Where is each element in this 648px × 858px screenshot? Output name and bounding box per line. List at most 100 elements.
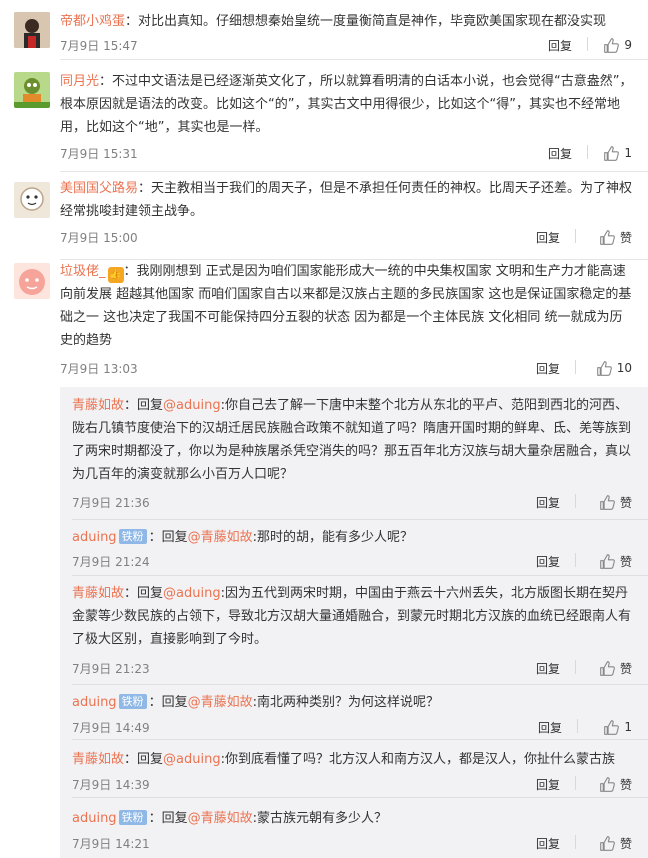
comment-text: 同月光：不过中文语法是已经逐渐英文化了，所以就算看明清的白话本小说，也会觉得“古… <box>60 70 634 139</box>
like-button[interactable]: 赞 <box>599 773 632 795</box>
reply-item: aduing 铁粉 ：回复@青藤如故:蒙古族元朝有多少人？ 7月9日 14:21 回… <box>60 798 648 858</box>
reply-button[interactable]: 回复 <box>536 835 560 852</box>
user-name-link[interactable]: aduing <box>72 811 117 826</box>
reply-item: aduing 铁粉 ：回复@青藤如故:那时的胡，能有多少人呢？ 7月9日 21:24… <box>60 520 648 576</box>
fan-badge: 铁粉 <box>118 694 147 709</box>
reply-button[interactable]: 回复 <box>536 660 560 677</box>
thumbs-up-icon <box>600 553 615 569</box>
mention-link[interactable]: @青藤如故 <box>188 695 253 710</box>
divider <box>575 494 576 508</box>
reply-item: aduing 铁粉 ：回复@青藤如故:南北两种类别？为何这样说呢？ 7月9日 14:… <box>60 685 648 740</box>
like-button[interactable]: 10 <box>596 357 632 379</box>
mention-link[interactable]: @aduing <box>163 752 221 767</box>
mention-link[interactable]: @青藤如故 <box>188 811 253 826</box>
comment-content: ：对比出真知。仔细想想秦始皇统一度量衡简直是神作，毕竟欧美国家现在都没实现 <box>125 14 607 29</box>
reply-meta: 7月9日 14:21 回复 赞 <box>72 832 634 854</box>
mention-link[interactable]: @aduing <box>163 586 221 601</box>
thumbs-up-icon <box>600 776 615 792</box>
divider <box>587 145 588 159</box>
avatar[interactable] <box>14 182 50 218</box>
reply-button[interactable]: 回复 <box>548 37 572 54</box>
avatar[interactable] <box>14 12 50 48</box>
thumbs-up-icon <box>604 145 620 161</box>
avatar[interactable] <box>14 263 50 299</box>
timestamp: 7月9日 14:49 <box>72 721 150 735</box>
reply-content: :那时的胡，能有多少人呢？ <box>252 530 413 545</box>
user-name-link[interactable]: 青藤如故 <box>72 398 124 413</box>
thumbs-up-icon <box>600 835 615 851</box>
thumbs-up-icon <box>604 37 620 53</box>
fan-badge: 铁粉 <box>118 529 147 544</box>
like-count: 1 <box>624 146 632 160</box>
like-button[interactable]: 赞 <box>599 657 632 679</box>
like-button[interactable]: 赞 <box>599 491 632 513</box>
like-label: 赞 <box>619 495 632 510</box>
reply-button[interactable]: 回复 <box>536 553 560 570</box>
like-button[interactable]: 1 <box>603 142 632 164</box>
user-name-link[interactable]: 垃圾佬_ <box>60 264 106 279</box>
divider <box>575 835 576 849</box>
mention-link[interactable]: @aduing <box>163 398 221 413</box>
like-button[interactable]: 赞 <box>599 832 632 854</box>
reply-button[interactable]: 回复 <box>548 145 572 162</box>
timestamp: 7月9日 14:21 <box>72 837 150 851</box>
user-name-link[interactable]: aduing <box>72 695 117 710</box>
timestamp: 7月9日 15:00 <box>60 231 138 245</box>
user-name-link[interactable]: 美国国父路易 <box>60 181 138 196</box>
user-name-link[interactable]: 帝都小鸡蛋 <box>60 14 125 29</box>
reply-button[interactable]: 回复 <box>538 719 562 736</box>
user-name-link[interactable]: 青藤如故 <box>72 586 124 601</box>
user-name-link[interactable]: 同月光 <box>60 74 99 89</box>
mention-link[interactable]: @青藤如故 <box>188 530 253 545</box>
comment-meta: 7月9日 15:31 回复 1 <box>60 142 634 164</box>
reply-meta: 7月9日 21:36 回复 赞 <box>72 491 634 513</box>
reply-meta: 7月9日 21:24 回复 赞 <box>72 550 634 572</box>
like-button[interactable]: 赞 <box>599 550 632 572</box>
divider <box>575 229 576 243</box>
like-label: 赞 <box>619 554 632 569</box>
timestamp: 7月9日 15:47 <box>60 39 138 53</box>
comment-item: 帝都小鸡蛋：对比出真知。仔细想想秦始皇统一度量衡简直是神作，毕竟欧美国家现在都没… <box>0 0 648 60</box>
comment-text: 帝都小鸡蛋：对比出真知。仔细想想秦始皇统一度量衡简直是神作，毕竟欧美国家现在都没… <box>60 10 634 33</box>
reply-button[interactable]: 回复 <box>536 229 560 246</box>
timestamp: 7月9日 21:23 <box>72 662 150 676</box>
like-count: 9 <box>624 38 632 52</box>
reply-text: 青藤如故：回复@aduing:因为五代到两宋时期，中国由于燕云十六州丢失，北方版… <box>72 582 634 651</box>
like-button[interactable]: 赞 <box>599 226 632 248</box>
reply-prefix: ：回复 <box>148 811 188 826</box>
reply-text: 青藤如故：回复@aduing:你到底看懂了吗？北方汉人和南方汉人，都是汉人，你扯… <box>72 748 634 771</box>
reply-button[interactable]: 回复 <box>536 776 560 793</box>
reply-content: :蒙古族元朝有多少人？ <box>252 811 387 826</box>
thumbs-up-icon <box>600 660 615 676</box>
thumbs-up-icon <box>600 229 615 245</box>
medal-icon: 👍 <box>107 267 124 283</box>
like-button[interactable]: 1 <box>603 716 632 738</box>
comment-item: 同月光：不过中文语法是已经逐渐英文化了，所以就算看明清的白话本小说，也会觉得“古… <box>0 60 648 172</box>
like-button[interactable]: 9 <box>603 34 632 56</box>
reply-button[interactable]: 回复 <box>536 360 560 377</box>
thumbs-up-icon <box>600 494 615 510</box>
avatar[interactable] <box>14 72 50 108</box>
user-name-link[interactable]: aduing <box>72 530 117 545</box>
reply-prefix: ：回复 <box>148 695 188 710</box>
comment-text: 美国国父路易：天主教相当于我们的周天子，但是不承担任何责任的神权。比周天子还差。… <box>60 177 634 223</box>
timestamp: 7月9日 21:36 <box>72 496 150 510</box>
like-count: 10 <box>616 361 632 375</box>
timestamp: 7月9日 13:03 <box>60 362 138 376</box>
divider <box>587 37 588 51</box>
reply-meta: 7月9日 14:49 回复 1 <box>72 716 634 738</box>
like-label: 赞 <box>619 661 632 676</box>
reply-prefix: ：回复 <box>148 530 188 545</box>
like-count: 1 <box>624 720 632 734</box>
reply-thread: 青藤如故：回复@aduing:你自己去了解一下唐中末整个北方从东北的平卢、范阳到… <box>60 387 648 858</box>
thumbs-up-icon <box>596 360 612 376</box>
reply-text: aduing 铁粉 ：回复@青藤如故:南北两种类别？为何这样说呢？ <box>72 691 634 714</box>
comment-item: 垃圾佬_ 👍 ：我刚刚想到 正式是因为咱们国家能形成大一统的中央集权国家 文明和生产… <box>0 260 648 387</box>
user-name-link[interactable]: 青藤如故 <box>72 752 124 767</box>
comment-content: ：不过中文语法是已经逐渐英文化了，所以就算看明清的白话本小说，也会觉得“古意盎然… <box>60 74 633 135</box>
reply-meta: 7月9日 21:23 回复 赞 <box>72 657 634 679</box>
reply-button[interactable]: 回复 <box>536 494 560 511</box>
reply-item: 青藤如故：回复@aduing:你自己去了解一下唐中末整个北方从东北的平卢、范阳到… <box>60 387 648 520</box>
comment-meta: 7月9日 13:03 回复 10 <box>60 357 634 379</box>
comment-item: 美国国父路易：天主教相当于我们的周天子，但是不承担任何责任的神权。比周天子还差。… <box>0 172 648 260</box>
